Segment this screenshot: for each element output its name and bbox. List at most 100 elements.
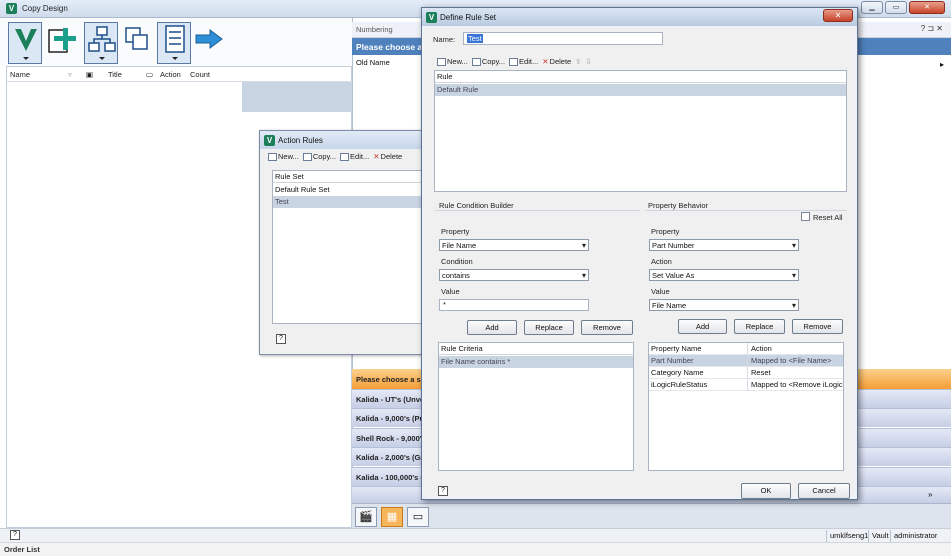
name-field[interactable]: Test (463, 32, 663, 45)
cell-property: iLogicRuleStatus (651, 380, 708, 389)
pb-value-select[interactable]: File Name (649, 299, 799, 311)
col-action[interactable]: Action (160, 70, 181, 79)
help-button[interactable]: ? (10, 530, 20, 540)
delete-label: Delete (549, 57, 572, 66)
delete-icon: ✕ (373, 152, 380, 161)
series-banner-text: Please choose a seri (356, 375, 430, 384)
table-row[interactable]: iLogicRuleStatus Mapped to <Remove iLogi… (649, 379, 843, 391)
cancel-button[interactable]: Cancel (798, 483, 850, 499)
add-behavior-button[interactable]: Add (678, 319, 727, 334)
list-item[interactable]: Default Rule Set (273, 184, 435, 196)
app-icon: V (426, 12, 437, 23)
dialog-body: Name: Test New... Copy... Edit... ✕ Delet… (425, 28, 854, 499)
vault-button[interactable] (8, 22, 42, 64)
col-count[interactable]: Count (190, 70, 210, 79)
move-down-icon[interactable]: ⇩ (586, 57, 592, 66)
new-button[interactable]: New... (268, 152, 299, 161)
copy-label: Copy... (481, 57, 506, 66)
rule-list: Rule Default Rule (434, 70, 847, 192)
action-rules-toolbar: New... Copy... Edit... ✕ Delete (268, 152, 402, 161)
series-row-label: Kalida - 2,000's (Gra (356, 453, 428, 462)
edit-label: Edit... (350, 152, 370, 161)
col-title[interactable]: Title (108, 70, 122, 79)
add-icon[interactable] (46, 24, 78, 56)
series-row-label: Shell Rock - 9,000's (356, 434, 426, 443)
numbering-label: Numbering (356, 25, 393, 34)
list-item[interactable]: Test (273, 196, 435, 208)
copy-icon (471, 57, 481, 66)
edit-icon (340, 152, 350, 161)
new-label: New... (278, 152, 299, 161)
dialog-close-button[interactable]: ✕ (823, 9, 853, 22)
vault-logo-icon (15, 29, 37, 60)
edit-button[interactable]: Edit... (509, 57, 538, 66)
arrow-right-icon[interactable] (194, 28, 224, 50)
value-field[interactable]: * (439, 299, 589, 311)
list-item[interactable]: File Name contains * (439, 356, 633, 368)
folder-tab-icon[interactable]: ▭ (407, 507, 429, 527)
col-name[interactable]: Name (10, 70, 30, 79)
cell-action: Mapped to <Remove iLogic... (747, 379, 843, 391)
new-button[interactable]: New... (437, 57, 468, 66)
property-label: Property (441, 227, 470, 236)
action-rules-title: Action Rules (278, 136, 323, 145)
list-button[interactable] (157, 22, 191, 64)
window-controls: ▁ ▭ ✕ (861, 1, 945, 14)
name-value: Test (467, 34, 483, 43)
reset-all-label: Reset All (813, 213, 843, 222)
rule-toolbar: New... Copy... Edit... ✕ Delete ⇧ ⇩ (437, 57, 592, 66)
copy-icon (302, 152, 312, 161)
move-up-icon[interactable]: ⇧ (575, 57, 581, 66)
copy-button[interactable]: Copy... (302, 152, 336, 161)
choose-text: Please choose a (356, 42, 423, 52)
structure-button[interactable] (84, 22, 118, 64)
cell-action: Reset (747, 367, 843, 379)
name-label: Name: (433, 35, 456, 44)
help-button[interactable]: ? (276, 334, 286, 344)
property-behavior-group (645, 210, 847, 211)
pb-action-select[interactable]: Set Value As (649, 269, 799, 281)
pb-property-select[interactable]: Part Number (649, 239, 799, 251)
table-row[interactable]: Part Number Mapped to <File Name> (649, 355, 843, 367)
condition-label: Condition (441, 257, 473, 266)
panel-icons[interactable]: ? ⊐ ✕ (921, 24, 943, 33)
order-list-label: Order List (4, 545, 40, 554)
replace-criteria-button[interactable]: Replace (524, 320, 574, 335)
reset-all-checkbox[interactable] (801, 212, 810, 221)
copy-button[interactable]: Copy... (471, 57, 506, 66)
define-rule-set-title: Define Rule Set (440, 13, 497, 22)
delete-button[interactable]: ✕ Delete (542, 57, 571, 66)
list-item[interactable]: Default Rule (435, 84, 846, 96)
col-property-name: Property Name (651, 344, 702, 353)
clapper-tab-icon[interactable]: 🎬 (355, 507, 377, 527)
new-label: New... (447, 57, 468, 66)
table-row[interactable]: Category Name Reset (649, 367, 843, 379)
new-icon (268, 152, 277, 161)
maximize-button[interactable]: ▭ (885, 1, 907, 14)
close-button[interactable]: ✕ (909, 1, 945, 14)
series-row-label: Kalida - 100,000's (W (356, 473, 430, 482)
edit-button[interactable]: Edit... (340, 152, 369, 161)
copy-windows-icon[interactable] (122, 24, 152, 56)
sort-icon: ▿ (68, 70, 72, 79)
expand-arrow-icon[interactable]: » (928, 490, 932, 499)
remove-criteria-button[interactable]: Remove (581, 320, 633, 335)
minimize-button[interactable]: ▁ (861, 1, 883, 14)
property-select[interactable]: File Name (439, 239, 589, 251)
hierarchy-icon (88, 26, 116, 60)
ok-button[interactable]: OK (741, 483, 791, 499)
file-grid-header: Name ▿ ▣ Title ▭ Action Count (6, 68, 352, 82)
scroll-arrow-icon[interactable]: ▸ (940, 60, 944, 69)
delete-button[interactable]: ✕ Delete (373, 152, 402, 161)
numbering-tab-icon[interactable]: ▦ (381, 507, 403, 527)
condition-select[interactable]: contains (439, 269, 589, 281)
replace-behavior-button[interactable]: Replace (734, 319, 785, 334)
help-button[interactable]: ? (438, 486, 448, 496)
status-bar: ? umklfseng1 Vault administrator (0, 528, 951, 542)
grey-panel-block (242, 82, 352, 112)
add-criteria-button[interactable]: Add (467, 320, 517, 335)
remove-behavior-button[interactable]: Remove (792, 319, 843, 334)
value-label: Value (441, 287, 460, 296)
edit-icon (509, 57, 519, 66)
status-area: Vault (868, 530, 892, 542)
